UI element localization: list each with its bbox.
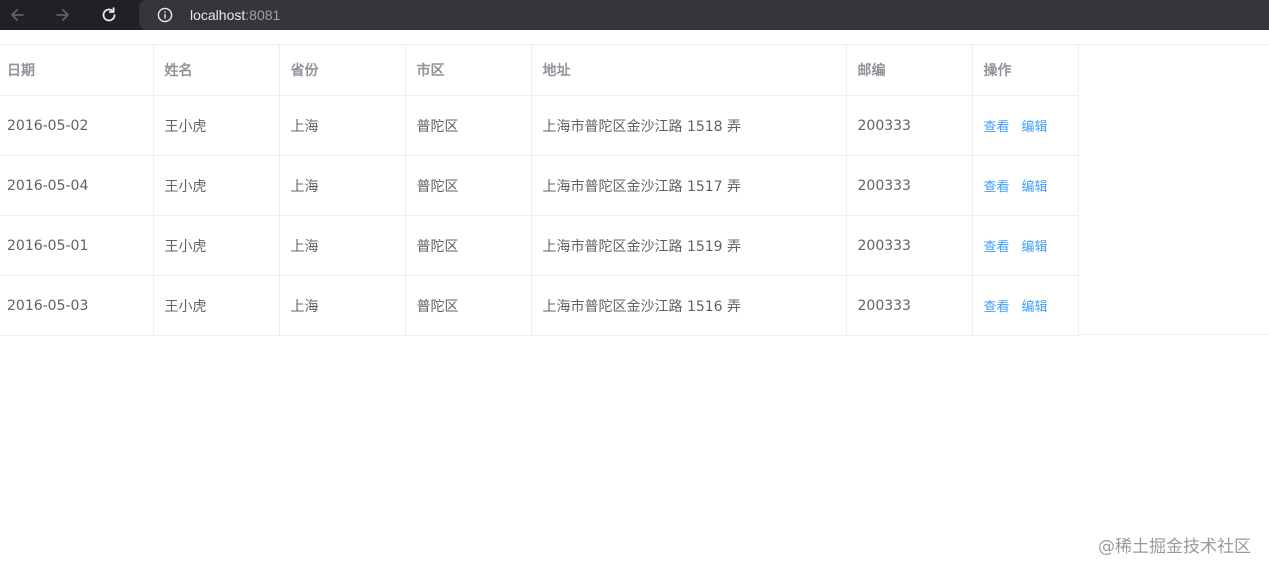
url-host: localhost (190, 7, 246, 23)
header-name: 姓名 (153, 44, 280, 96)
cell-date: 2016-05-03 (0, 275, 154, 336)
table-row: 2016-05-03 王小虎 上海 普陀区 上海市普陀区金沙江路 1516 弄 … (0, 275, 1079, 336)
cell-province: 上海 (279, 215, 406, 276)
edit-button[interactable]: 编辑 (1022, 120, 1048, 135)
view-button[interactable]: 查看 (984, 300, 1010, 315)
table-bottom-border-extension (1078, 334, 1269, 335)
forward-button[interactable] (48, 0, 78, 30)
address-bar[interactable]: localhost:8081 (139, 0, 1269, 30)
url-port: :8081 (245, 7, 281, 23)
cell-address: 上海市普陀区金沙江路 1519 弄 (531, 215, 847, 276)
edit-button[interactable]: 编辑 (1022, 240, 1048, 255)
cell-address: 上海市普陀区金沙江路 1517 弄 (531, 155, 847, 216)
cell-zip: 200333 (846, 95, 973, 156)
view-button[interactable]: 查看 (984, 180, 1010, 195)
forward-arrow-icon (56, 9, 69, 21)
cell-zip: 200333 (846, 155, 973, 216)
header-date: 日期 (0, 44, 154, 96)
cell-province: 上海 (279, 275, 406, 336)
cell-name: 王小虎 (153, 215, 280, 276)
cell-name: 王小虎 (153, 95, 280, 156)
data-table: 日期 姓名 省份 市区 地址 邮编 操作 2016-05-02 王小虎 上海 普… (0, 44, 1079, 336)
cell-city: 普陀区 (405, 155, 532, 216)
header-address: 地址 (531, 44, 847, 96)
cell-actions: 查看 编辑 (972, 95, 1079, 156)
reload-icon (102, 7, 116, 22)
cell-city: 普陀区 (405, 215, 532, 276)
header-province: 省份 (279, 44, 406, 96)
table-row: 2016-05-02 王小虎 上海 普陀区 上海市普陀区金沙江路 1518 弄 … (0, 95, 1079, 156)
cell-province: 上海 (279, 155, 406, 216)
url-text[interactable]: localhost:8081 (190, 6, 280, 24)
info-icon[interactable] (157, 7, 173, 23)
view-button[interactable]: 查看 (984, 120, 1010, 135)
cell-province: 上海 (279, 95, 406, 156)
cell-zip: 200333 (846, 275, 973, 336)
edit-button[interactable]: 编辑 (1022, 300, 1048, 315)
cell-address: 上海市普陀区金沙江路 1516 弄 (531, 275, 847, 336)
cell-city: 普陀区 (405, 95, 532, 156)
back-arrow-icon (11, 9, 24, 21)
cell-actions: 查看 编辑 (972, 155, 1079, 216)
cell-name: 王小虎 (153, 275, 280, 336)
header-zip: 邮编 (846, 44, 973, 96)
table-row: 2016-05-01 王小虎 上海 普陀区 上海市普陀区金沙江路 1519 弄 … (0, 215, 1079, 276)
reload-button[interactable] (94, 0, 124, 30)
header-city: 市区 (405, 44, 532, 96)
cell-actions: 查看 编辑 (972, 215, 1079, 276)
browser-toolbar: localhost:8081 (0, 0, 1269, 30)
cell-city: 普陀区 (405, 275, 532, 336)
watermark: @稀土掘金技术社区 (1098, 537, 1251, 557)
cell-actions: 查看 编辑 (972, 275, 1079, 336)
cell-address: 上海市普陀区金沙江路 1518 弄 (531, 95, 847, 156)
cell-name: 王小虎 (153, 155, 280, 216)
header-actions: 操作 (972, 44, 1079, 96)
edit-button[interactable]: 编辑 (1022, 180, 1048, 195)
cell-date: 2016-05-01 (0, 215, 154, 276)
cell-zip: 200333 (846, 215, 973, 276)
cell-date: 2016-05-02 (0, 95, 154, 156)
cell-date: 2016-05-04 (0, 155, 154, 216)
table-header-row: 日期 姓名 省份 市区 地址 邮编 操作 (0, 44, 1079, 96)
view-button[interactable]: 查看 (984, 240, 1010, 255)
table-row: 2016-05-04 王小虎 上海 普陀区 上海市普陀区金沙江路 1517 弄 … (0, 155, 1079, 216)
back-button[interactable] (2, 0, 32, 30)
